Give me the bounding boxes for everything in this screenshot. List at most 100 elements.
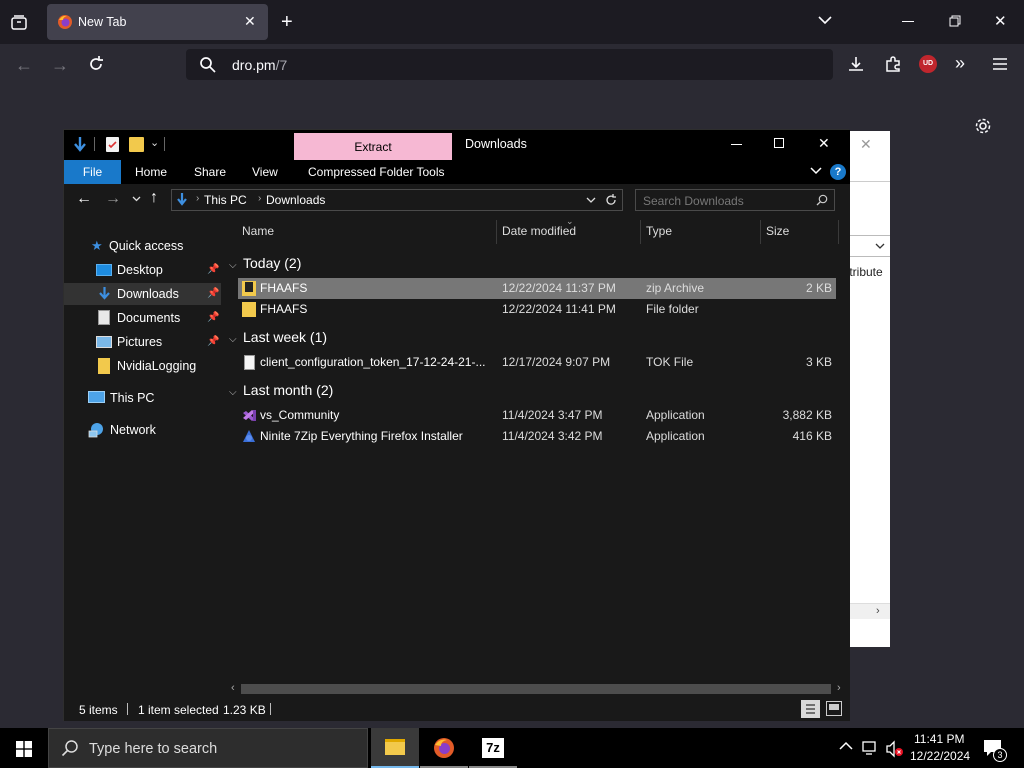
scroll-thumb[interactable] (241, 684, 831, 694)
ribbon-tab-view[interactable]: View (252, 165, 278, 179)
scroll-right-icon[interactable]: › (837, 682, 841, 694)
ribbon-expand-chevron-icon[interactable] (810, 167, 822, 175)
status-divider (127, 703, 128, 715)
properties-icon[interactable] (106, 137, 119, 152)
reload-icon[interactable] (87, 55, 105, 73)
group-header-today[interactable]: ⌵ Today (2) (229, 255, 301, 271)
group-header-last-week[interactable]: ⌵ Last week (1) (229, 329, 327, 345)
column-separator[interactable] (496, 220, 497, 244)
nav-network[interactable]: Network (64, 419, 221, 441)
pin-icon[interactable]: 📌 (207, 288, 219, 299)
search-downloads-input[interactable]: Search Downloads (635, 189, 835, 211)
volume-muted-icon[interactable] (885, 740, 905, 758)
help-icon[interactable]: ? (830, 164, 846, 180)
taskbar-file-explorer[interactable] (371, 728, 419, 768)
extract-context-tab[interactable]: Extract (294, 133, 452, 160)
file-row[interactable]: FHAAFS 12/22/2024 11:41 PM File folder (238, 299, 836, 320)
hamburger-menu-icon[interactable] (992, 57, 1008, 71)
tab-title: New Tab (78, 15, 127, 29)
ribbon-tab-compressed-tools[interactable]: Compressed Folder Tools (308, 165, 445, 179)
file-row[interactable]: FHAAFS 12/22/2024 11:37 PM zip Archive 2… (238, 278, 836, 299)
extensions-puzzle-icon[interactable] (884, 55, 902, 73)
ribbon-tab-home[interactable]: Home (135, 165, 167, 179)
pin-icon[interactable]: 📌 (207, 264, 219, 275)
star-icon: ★ (91, 238, 103, 253)
qat-customize-chevron-icon[interactable]: ⌄ (150, 136, 159, 149)
recent-locations-chevron-icon[interactable] (132, 196, 141, 202)
refresh-icon[interactable] (604, 193, 618, 207)
taskbar-firefox[interactable] (420, 728, 468, 768)
back-arrow-icon[interactable]: ← (76, 191, 92, 207)
group-header-last-month[interactable]: ⌵ Last month (2) (229, 382, 333, 398)
url-bar[interactable]: dro.pm/7 (186, 49, 833, 80)
column-header-type[interactable]: Type (646, 224, 672, 238)
ribbon-tab-share[interactable]: Share (194, 165, 226, 179)
show-hidden-icons-chevron-icon[interactable] (839, 741, 853, 751)
nav-nvidia-logging[interactable]: NvidiaLogging (64, 355, 221, 377)
forward-arrow-icon[interactable]: → (105, 191, 121, 207)
tab-list-icon[interactable] (10, 13, 28, 31)
computer-icon (88, 391, 105, 403)
nav-desktop[interactable]: Desktop 📌 (64, 259, 221, 281)
vertical-scrollbar[interactable] (840, 216, 850, 681)
close-window-icon[interactable]: ✕ (994, 14, 1007, 29)
horizontal-scrollbar[interactable]: ‹ › (225, 681, 850, 697)
column-separator[interactable] (640, 220, 641, 244)
column-header-date-modified[interactable]: Date modified (502, 224, 576, 238)
new-tab-plus-icon[interactable]: + (281, 12, 293, 32)
ribbon-tab-file[interactable]: File (64, 160, 121, 184)
explorer-title-bar: ⌄ Extract Downloads ✕ (64, 130, 850, 160)
file-row[interactable]: Ninite 7Zip Everything Firefox Installer… (238, 426, 836, 447)
file-row[interactable]: vs_Community 11/4/2024 3:47 PM Applicati… (238, 405, 836, 426)
tab-close-icon[interactable]: ✕ (244, 14, 256, 28)
large-icons-view-icon[interactable] (826, 701, 842, 716)
windows-taskbar: Type here to search 7z 11:41 PM 12/22/20… (0, 728, 1024, 768)
collapse-chevron-icon: ⌵ (229, 260, 237, 271)
new-folder-icon[interactable] (129, 137, 144, 152)
pin-icon[interactable]: 📌 (207, 336, 219, 347)
dialog-dropdown[interactable] (846, 235, 890, 257)
scroll-left-icon[interactable]: ‹ (231, 682, 235, 694)
navigation-pane: ★ Quick access Desktop 📌 Downloads 📌 Doc… (64, 216, 221, 696)
maximize-icon[interactable] (774, 138, 784, 148)
address-history-chevron-icon[interactable] (586, 197, 596, 204)
address-bar[interactable]: › This PC › Downloads (171, 189, 623, 211)
breadcrumb-downloads[interactable]: Downloads (266, 193, 325, 207)
taskbar-search-box[interactable]: Type here to search (48, 728, 368, 768)
up-arrow-icon[interactable]: ↑ (150, 190, 158, 206)
dialog-close-icon[interactable]: ✕ (860, 137, 872, 151)
taskbar-7zip[interactable]: 7z (469, 728, 517, 768)
forward-arrow-icon[interactable]: → (51, 56, 69, 74)
ublock-origin-icon[interactable]: UD (919, 55, 937, 73)
clock-date[interactable]: 12/22/2024 (910, 749, 970, 763)
breadcrumb-separator-icon: › (196, 193, 200, 204)
nav-documents[interactable]: Documents 📌 (64, 307, 221, 329)
page-settings-gear-icon[interactable] (974, 117, 992, 135)
restore-icon[interactable] (949, 15, 961, 27)
pin-icon[interactable]: 📌 (207, 312, 219, 323)
details-view-icon[interactable] (801, 700, 820, 718)
nav-pictures[interactable]: Pictures 📌 (64, 331, 221, 353)
breadcrumb-this-pc[interactable]: This PC (204, 193, 247, 207)
column-header-size[interactable]: Size (766, 224, 789, 238)
nav-downloads[interactable]: Downloads 📌 (64, 283, 221, 305)
column-separator[interactable] (760, 220, 761, 244)
clock-time[interactable]: 11:41 PM (914, 732, 964, 746)
back-arrow-icon[interactable]: ← (15, 56, 33, 74)
file-row[interactable]: client_configuration_token_17-12-24-21-.… (238, 352, 836, 373)
minimize-icon[interactable] (731, 144, 742, 145)
windows-start-icon[interactable] (16, 741, 32, 757)
close-icon[interactable]: ✕ (818, 136, 830, 150)
network-tray-icon[interactable] (862, 740, 880, 756)
overflow-menu-icon[interactable]: » (955, 54, 965, 72)
browser-tab-new-tab[interactable]: New Tab ✕ (47, 4, 268, 40)
nav-quick-access[interactable]: ★ Quick access (64, 235, 221, 257)
list-all-tabs-chevron-icon[interactable] (818, 15, 832, 25)
column-header-name[interactable]: Name (242, 224, 274, 238)
nav-this-pc[interactable]: This PC (64, 387, 221, 409)
downloads-icon[interactable] (847, 55, 865, 73)
minimize-icon[interactable] (902, 21, 914, 22)
column-separator[interactable] (838, 220, 839, 244)
view-thumb (829, 704, 839, 710)
scroll-right-icon[interactable]: › (876, 605, 880, 617)
